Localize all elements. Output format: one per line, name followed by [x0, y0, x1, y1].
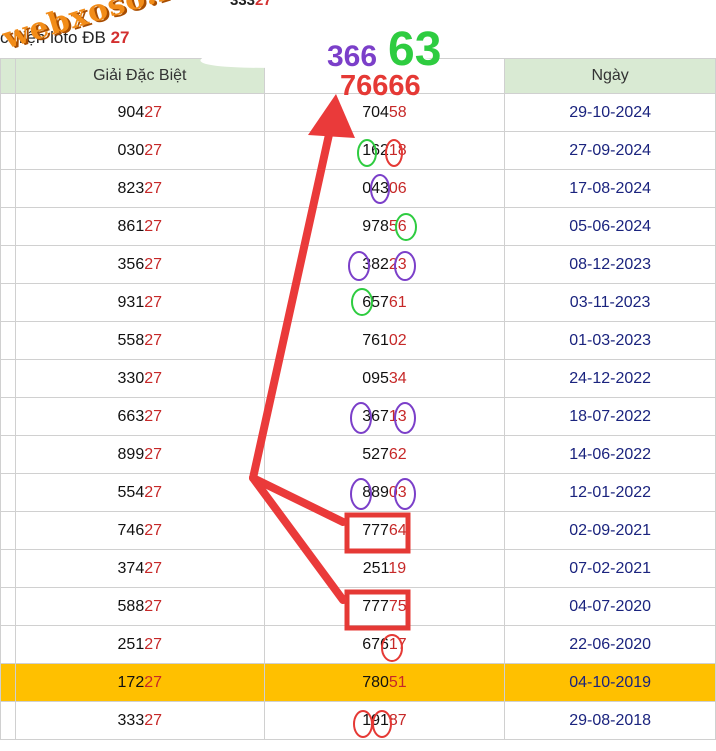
cell-mid: 77764	[263, 511, 506, 550]
cell-mid: 25119	[263, 549, 506, 588]
annotation-number-76666: 76666	[340, 70, 421, 102]
row-edge	[0, 625, 16, 664]
cell-giai: 93127	[14, 283, 265, 322]
cell-giai: 55427	[14, 473, 265, 512]
cell-giai: 25127	[14, 625, 265, 664]
table-row: 33327 19187 29-08-2018	[0, 701, 716, 740]
row-edge	[0, 511, 16, 550]
cell-mid: 88903	[263, 473, 506, 512]
table-row: 74627 77764 02-09-2021	[0, 511, 716, 550]
results-table: Giải Đặc Biệt Ngày 90427 70458 29-10-2024 0…	[0, 58, 716, 740]
cell-mid: 36713	[263, 397, 506, 436]
row-edge	[0, 587, 16, 626]
table-row: 35627 38223 08-12-2023	[0, 245, 716, 284]
cell-ngay: 29-08-2018	[504, 701, 716, 740]
row-edge	[0, 473, 16, 512]
row-edge	[0, 435, 16, 474]
cell-giai: 03027	[14, 131, 265, 170]
table-row: 03027 16218 27-09-2024	[0, 131, 716, 170]
annotation-number-366: 366	[327, 40, 378, 73]
cell-ngay: 05-06-2024	[504, 207, 716, 246]
cell-giai: 55827	[14, 321, 265, 360]
row-edge	[0, 549, 16, 588]
cell-ngay: 17-08-2024	[504, 169, 716, 208]
cell-mid: 16218	[263, 131, 506, 170]
row-edge	[0, 397, 16, 436]
cell-mid: 78051	[263, 663, 506, 702]
cell-giai: 89927	[14, 435, 265, 474]
cell-giai: 74627	[14, 511, 265, 550]
cell-ngay: 29-10-2024	[504, 93, 716, 132]
cell-mid: 09534	[263, 359, 506, 398]
cell-mid: 04306	[263, 169, 506, 208]
cell-ngay: 01-03-2023	[504, 321, 716, 360]
table-row: 82327 04306 17-08-2024	[0, 169, 716, 208]
header-edge	[0, 58, 16, 94]
row-edge	[0, 359, 16, 398]
cell-giai: 33027	[14, 359, 265, 398]
cell-giai: 82327	[14, 169, 265, 208]
cell-ngay: 22-06-2020	[504, 625, 716, 664]
annotation-number-63: 63	[388, 23, 442, 76]
cell-giai: 37427	[14, 549, 265, 588]
table-row: 89927 52762 14-06-2022	[0, 435, 716, 474]
cell-giai: 35627	[14, 245, 265, 284]
cell-giai: 58827	[14, 587, 265, 626]
row-edge	[0, 321, 16, 360]
table-row: 55827 76102 01-03-2023	[0, 321, 716, 360]
table-row: 58827 77775 04-07-2020	[0, 587, 716, 626]
cell-giai: 33327	[14, 701, 265, 740]
table-row: 93127 65761 03-11-2023	[0, 283, 716, 322]
cell-ngay: 04-10-2019	[504, 663, 716, 702]
cell-ngay: 03-11-2023	[504, 283, 716, 322]
row-edge	[0, 131, 16, 170]
cell-ngay: 24-12-2022	[504, 359, 716, 398]
cell-mid: 77775	[263, 587, 506, 626]
table-row: 37427 25119 07-02-2021	[0, 549, 716, 588]
top-peek-number: 33327	[230, 0, 272, 9]
cell-ngay: 08-12-2023	[504, 245, 716, 284]
table-row: 17227 78051 04-10-2019	[0, 663, 716, 702]
cell-giai: 66327	[14, 397, 265, 436]
cell-mid: 38223	[263, 245, 506, 284]
table-row: 25127 67617 22-06-2020	[0, 625, 716, 664]
table-row: 55427 88903 12-01-2022	[0, 473, 716, 512]
table-row: 66327 36713 18-07-2022	[0, 397, 716, 436]
cell-mid: 19187	[263, 701, 506, 740]
cell-giai: 90427	[14, 93, 265, 132]
row-edge	[0, 701, 16, 740]
cell-ngay: 07-02-2021	[504, 549, 716, 588]
cell-giai: 86127	[14, 207, 265, 246]
row-edge	[0, 207, 16, 246]
table-row: 86127 97856 05-06-2024	[0, 207, 716, 246]
cell-ngay: 12-01-2022	[504, 473, 716, 512]
title-value: 27	[110, 28, 130, 47]
cell-ngay: 14-06-2022	[504, 435, 716, 474]
row-edge	[0, 663, 16, 702]
row-edge	[0, 169, 16, 208]
cell-ngay: 02-09-2021	[504, 511, 716, 550]
cell-mid: 67617	[263, 625, 506, 664]
cell-ngay: 04-07-2020	[504, 587, 716, 626]
row-edge	[0, 93, 16, 132]
cell-mid: 76102	[263, 321, 506, 360]
header-ngay: Ngày	[504, 58, 716, 94]
cell-mid: 52762	[263, 435, 506, 474]
cell-mid: 97856	[263, 207, 506, 246]
row-edge	[0, 245, 16, 284]
cell-mid: 65761	[263, 283, 506, 322]
table-row: 33027 09534 24-12-2022	[0, 359, 716, 398]
cell-ngay: 27-09-2024	[504, 131, 716, 170]
row-edge	[0, 283, 16, 322]
cell-giai: 17227	[14, 663, 265, 702]
cell-ngay: 18-07-2022	[504, 397, 716, 436]
